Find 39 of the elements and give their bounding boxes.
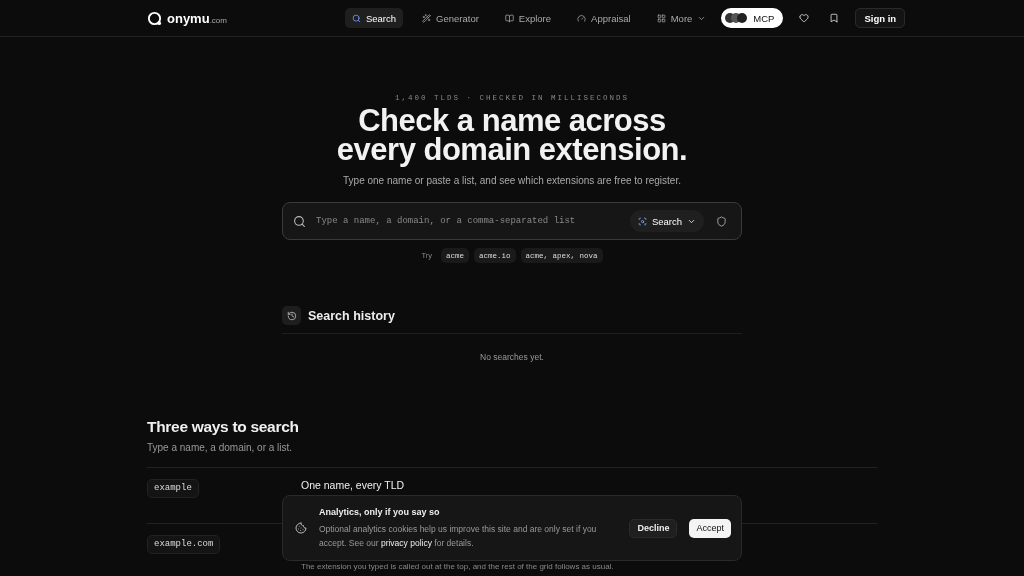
heart-icon (799, 13, 810, 23)
search-icon (293, 214, 306, 228)
banner-title: Analytics, only if you say so (319, 506, 441, 517)
logo-text[interactable]: onymu.com (167, 10, 227, 26)
nav-tab[interactable]: Appraisal (570, 8, 638, 28)
hero-subtitle: Type one name or paste a list, and see which extensions are free to register. (343, 175, 681, 186)
history-title: Search history (308, 308, 395, 323)
example-code: example (147, 479, 199, 498)
example-code: example.com (147, 535, 221, 554)
book-icon (504, 13, 514, 23)
sign-in-button[interactable]: Sign in (855, 8, 906, 28)
row-title: One name, every TLD (301, 479, 406, 491)
nav-tab[interactable]: Explore (497, 8, 559, 28)
decline-button[interactable]: Decline (629, 518, 678, 538)
empty-message: No searches yet. (479, 352, 545, 362)
nav-tab[interactable]: Generator (415, 8, 486, 28)
wand-icon (422, 13, 432, 23)
hero-title: Check a name across (357, 106, 666, 135)
section-subtitle: Type a name, a domain, or a list. (147, 442, 294, 453)
gauge-icon (577, 13, 587, 23)
privacy-link[interactable]: privacy policy (380, 537, 432, 548)
search-icon (637, 216, 647, 226)
shield-icon (716, 215, 727, 227)
nav-tab[interactable]: More (649, 8, 714, 28)
mcp-button[interactable]: MCP (721, 8, 784, 28)
banner-text: Optional analytics cookies help us improve this site and are only set if you accept. See our privacy policy for details. (319, 522, 598, 550)
search-field[interactable]: Type a name, a domain, or a comma-separated list Search (282, 202, 742, 240)
search-mode-button[interactable]: Search (629, 210, 704, 232)
grid-icon (656, 13, 666, 23)
accept-button[interactable]: Accept (689, 518, 731, 538)
nav-tab[interactable]: Search (344, 8, 404, 28)
bookmark-icon (829, 13, 840, 23)
logo-icon (147, 10, 162, 26)
history-icon (282, 306, 301, 325)
row-description: The extension you typed is called out at the top, and the rest of the grid follows as usual. (301, 562, 615, 571)
search-icon (351, 13, 361, 23)
section-title: Three ways to search (147, 418, 300, 436)
cookie-icon (295, 522, 307, 534)
avatars-icon (725, 12, 748, 24)
